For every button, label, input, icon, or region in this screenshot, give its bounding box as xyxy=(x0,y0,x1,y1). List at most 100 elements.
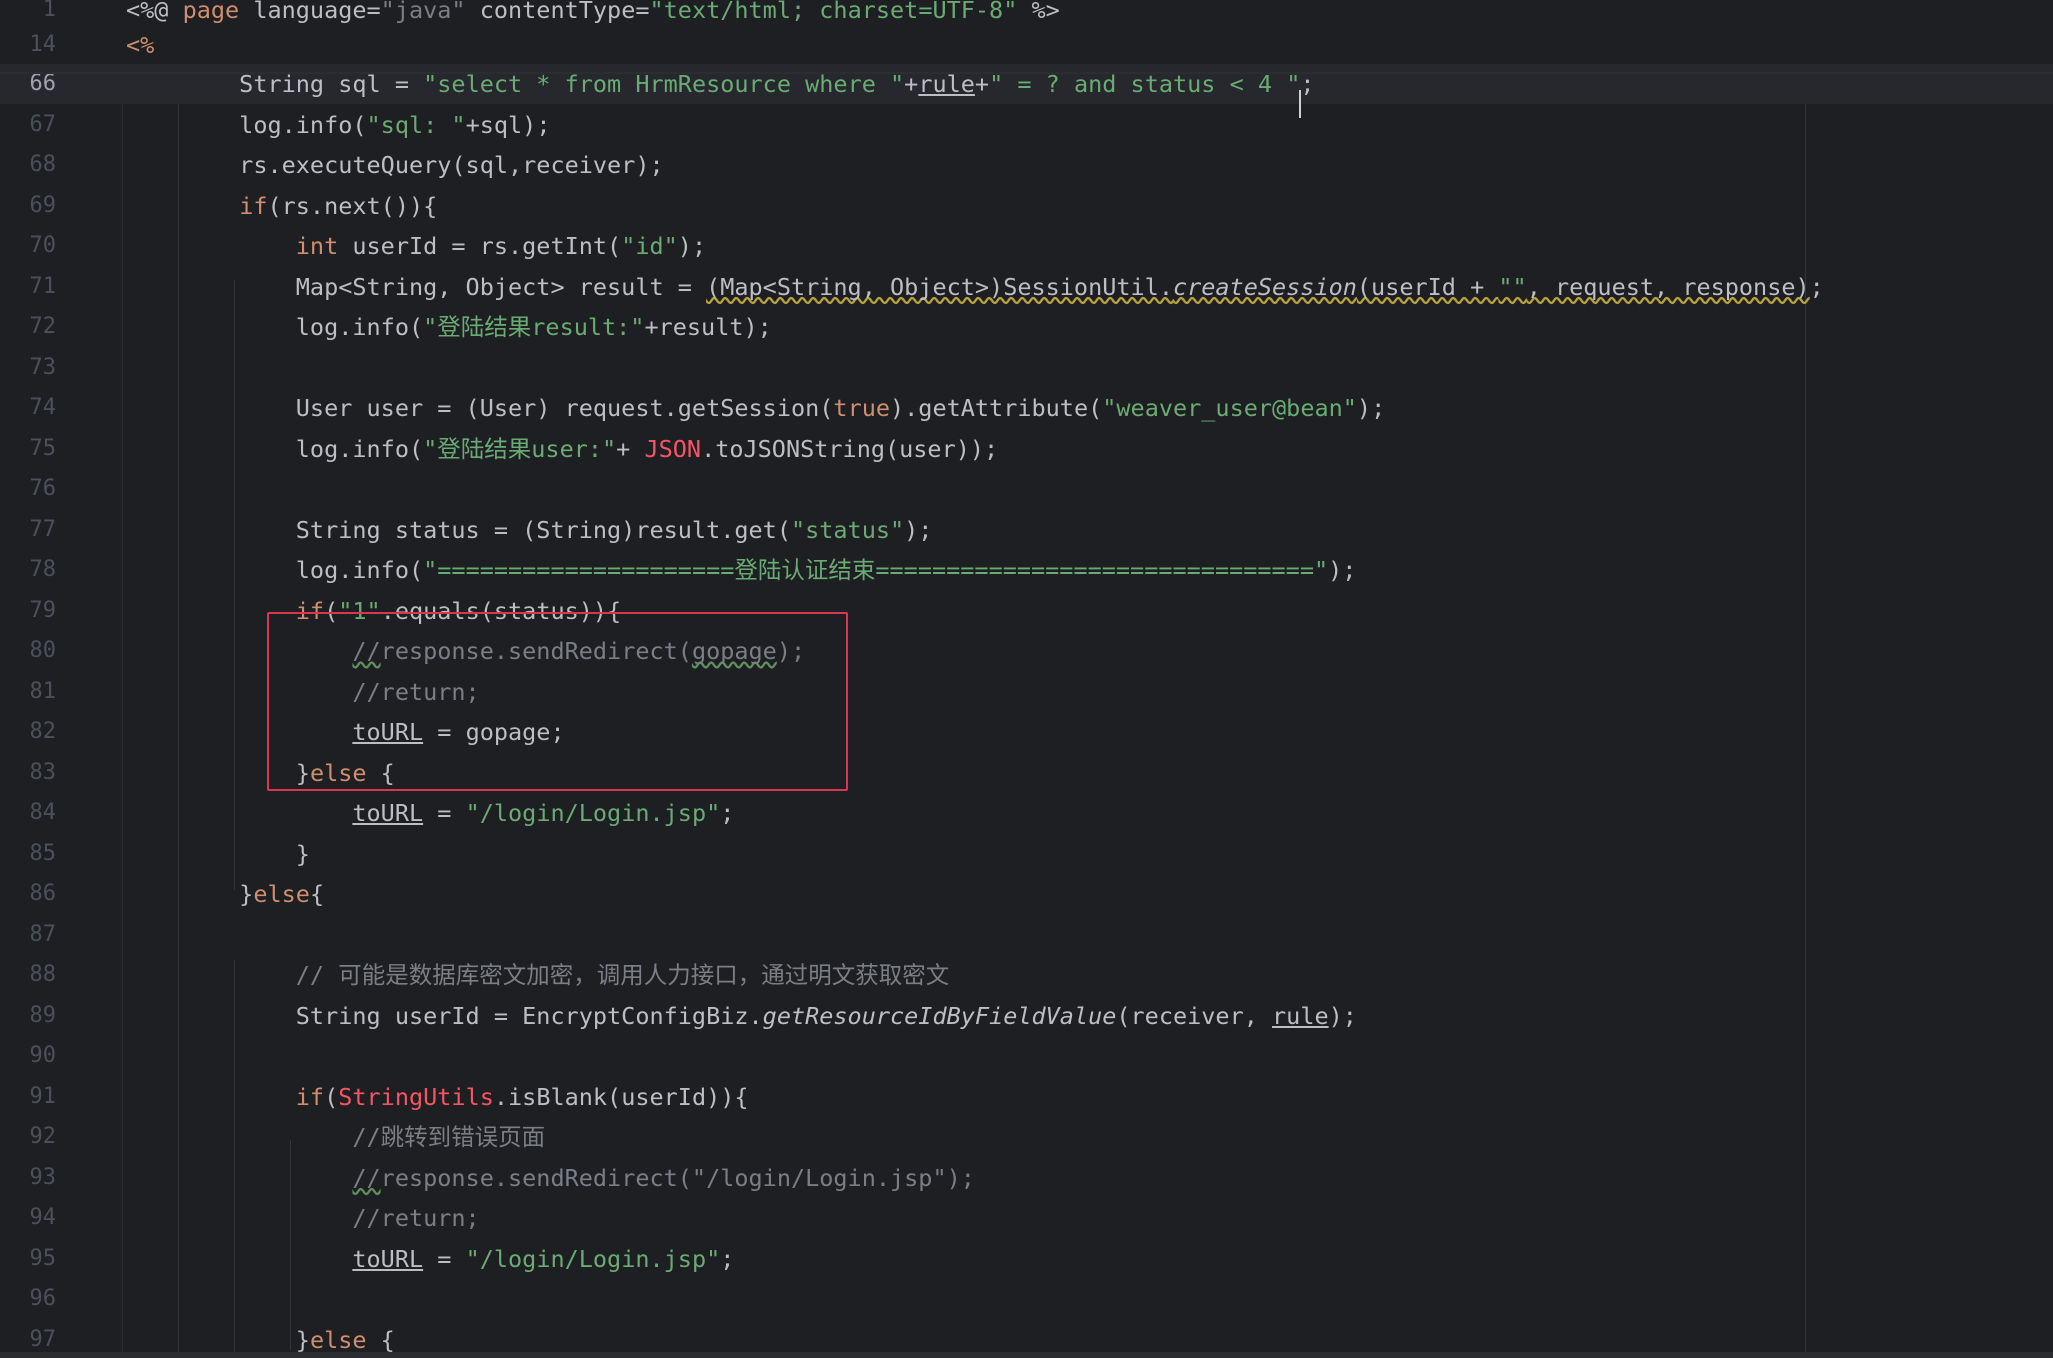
code-text[interactable]: String userId = EncryptConfigBiz.getReso… xyxy=(126,996,1357,1036)
line-number[interactable]: 96 xyxy=(0,1279,57,1319)
code-token: .isBlank(userId)){ xyxy=(493,1082,749,1111)
code-line[interactable]: 96 xyxy=(0,1279,2053,1319)
code-text[interactable]: if(StringUtils.isBlank(userId)){ xyxy=(126,1077,749,1117)
code-token: "" xyxy=(1498,272,1527,301)
code-text[interactable]: // 可能是数据库密文加密，调用人力接口，通过明文获取密文 xyxy=(126,955,949,995)
code-line[interactable]: 94 //return; xyxy=(0,1198,2053,1238)
code-text[interactable]: rs.executeQuery(sql,receiver); xyxy=(126,145,663,185)
code-line[interactable]: 90 xyxy=(0,1036,2053,1076)
code-text[interactable]: //跳转到错误页面 xyxy=(126,1117,545,1157)
code-line[interactable]: 14 <% xyxy=(0,27,2053,63)
line-number[interactable]: 81 xyxy=(0,672,57,712)
code-token: String status = (String)result.get( xyxy=(126,515,791,544)
line-number[interactable]: 90 xyxy=(0,1036,57,1076)
code-line[interactable]: 85 } xyxy=(0,834,2053,874)
code-line[interactable]: 74 User user = (User) request.getSession… xyxy=(0,388,2053,428)
line-number[interactable]: 88 xyxy=(0,955,57,995)
code-text[interactable]: log.info("=====================登陆认证结束===… xyxy=(126,550,1357,590)
line-number[interactable]: 93 xyxy=(0,1158,57,1198)
line-number[interactable]: 75 xyxy=(0,429,57,469)
code-line[interactable]: 89 String userId = EncryptConfigBiz.getR… xyxy=(0,996,2053,1036)
line-number[interactable]: 72 xyxy=(0,307,57,347)
code-line[interactable]: 72 log.info("登陆结果result:"+result); xyxy=(0,307,2053,347)
code-text[interactable]: String status = (String)result.get("stat… xyxy=(126,510,933,550)
code-text[interactable]: Map<String, Object> result = (Map<String… xyxy=(126,267,1824,307)
code-line[interactable]: 73 xyxy=(0,348,2053,388)
code-line[interactable]: 71 Map<String, Object> result = (Map<Str… xyxy=(0,267,2053,307)
code-line[interactable]: 75 log.info("登陆结果user:"+ JSON.toJSONStri… xyxy=(0,429,2053,469)
code-line[interactable]: 66 String sql = "select * from HrmResour… xyxy=(0,64,2053,104)
code-text[interactable]: String sql = "select * from HrmResource … xyxy=(126,64,1315,104)
code-token: contentType= xyxy=(465,0,650,24)
code-text[interactable]: User user = (User) request.getSession(tr… xyxy=(126,388,1385,428)
code-text[interactable]: if(rs.next()){ xyxy=(126,186,437,226)
line-number[interactable]: 66 xyxy=(0,64,57,104)
line-number[interactable]: 73 xyxy=(0,348,57,388)
code-text[interactable]: <%@ page language="java" contentType="te… xyxy=(126,0,1060,28)
code-line[interactable]: 86 }else{ xyxy=(0,874,2053,914)
line-number[interactable]: 80 xyxy=(0,631,57,671)
code-text[interactable]: toURL = "/login/Login.jsp"; xyxy=(126,793,734,833)
code-token: .toJSONString(user)); xyxy=(701,434,999,463)
code-text[interactable]: }else{ xyxy=(126,874,324,914)
code-line[interactable]: 1 <%@ page language="java" contentType="t… xyxy=(0,0,2053,28)
code-line[interactable]: 76 xyxy=(0,469,2053,509)
line-number[interactable]: 82 xyxy=(0,712,57,752)
line-number[interactable]: 14 xyxy=(0,27,57,63)
code-token: "weaver_user@bean" xyxy=(1102,394,1357,422)
code-line[interactable]: 77 String status = (String)result.get("s… xyxy=(0,510,2053,550)
code-text[interactable]: //response.sendRedirect("/login/Login.js… xyxy=(126,1158,975,1198)
code-token: (Map<String, Object>)SessionUtil. xyxy=(706,272,1173,301)
code-line[interactable]: 84 toURL = "/login/Login.jsp"; xyxy=(0,793,2053,833)
line-number[interactable]: 77 xyxy=(0,510,57,550)
code-line[interactable]: 78 log.info("=====================登陆认证结束… xyxy=(0,550,2053,590)
line-number[interactable]: 91 xyxy=(0,1077,57,1117)
code-line[interactable]: 67 log.info("sql: "+sql); xyxy=(0,105,2053,145)
line-number[interactable]: 94 xyxy=(0,1198,57,1238)
code-text[interactable]: <% xyxy=(126,27,154,63)
line-number[interactable]: 87 xyxy=(0,915,57,955)
line-number[interactable]: 70 xyxy=(0,226,57,266)
code-token: (rs.next()){ xyxy=(267,191,438,220)
code-text[interactable]: int userId = rs.getInt("id"); xyxy=(126,226,706,266)
code-editor[interactable]: 66 String sql = "select * from HrmResour… xyxy=(0,0,2053,1358)
code-line[interactable]: 69 if(rs.next()){ xyxy=(0,186,2053,226)
code-line[interactable]: 91 if(StringUtils.isBlank(userId)){ xyxy=(0,1077,2053,1117)
line-number[interactable]: 1 xyxy=(0,0,56,28)
line-number[interactable]: 84 xyxy=(0,793,57,833)
line-number[interactable]: 78 xyxy=(0,550,57,590)
code-text[interactable]: log.info("sql: "+sql); xyxy=(126,105,550,145)
code-line[interactable]: 68 rs.executeQuery(sql,receiver); xyxy=(0,145,2053,185)
line-number[interactable]: 74 xyxy=(0,388,57,428)
code-line[interactable]: 70 int userId = rs.getInt("id"); xyxy=(0,226,2053,266)
line-number[interactable]: 95 xyxy=(0,1239,57,1279)
line-number[interactable]: 68 xyxy=(0,145,57,185)
line-number[interactable]: 85 xyxy=(0,834,57,874)
line-number[interactable]: 83 xyxy=(0,753,57,793)
code-text[interactable]: } xyxy=(126,834,310,874)
code-line[interactable]: 92 //跳转到错误页面 xyxy=(0,1117,2053,1157)
line-number[interactable]: 76 xyxy=(0,469,57,509)
code-token: if xyxy=(295,1082,325,1111)
line-number[interactable]: 71 xyxy=(0,267,57,307)
line-number[interactable]: 92 xyxy=(0,1117,57,1157)
code-text[interactable]: log.info("登陆结果user:"+ JSON.toJSONString(… xyxy=(126,429,998,469)
code-token: (userId + xyxy=(1356,272,1499,301)
code-line[interactable]: 87 xyxy=(0,915,2053,955)
code-text[interactable]: toURL = "/login/Login.jsp"; xyxy=(126,1239,734,1279)
code-line[interactable]: 95 toURL = "/login/Login.jsp"; xyxy=(0,1239,2053,1279)
code-token: // 可能是数据库密文加密，调用人力接口，通过明文获取密文 xyxy=(295,961,950,989)
horizontal-scrollbar[interactable] xyxy=(0,1352,2053,1358)
line-number[interactable]: 69 xyxy=(0,186,57,226)
line-number[interactable]: 79 xyxy=(0,591,57,631)
line-number[interactable]: 86 xyxy=(0,874,57,914)
line-number[interactable]: 89 xyxy=(0,996,57,1036)
code-line[interactable]: 88 // 可能是数据库密文加密，调用人力接口，通过明文获取密文 xyxy=(0,955,2053,995)
code-text[interactable]: //return; xyxy=(126,1198,479,1238)
code-token: "id" xyxy=(621,232,678,260)
line-number[interactable]: 67 xyxy=(0,105,57,145)
code-token: ); xyxy=(677,232,707,260)
code-text[interactable]: log.info("登陆结果result:"+result); xyxy=(126,307,772,347)
code-token: ; xyxy=(1300,70,1315,98)
code-line[interactable]: 93 //response.sendRedirect("/login/Login… xyxy=(0,1158,2053,1198)
